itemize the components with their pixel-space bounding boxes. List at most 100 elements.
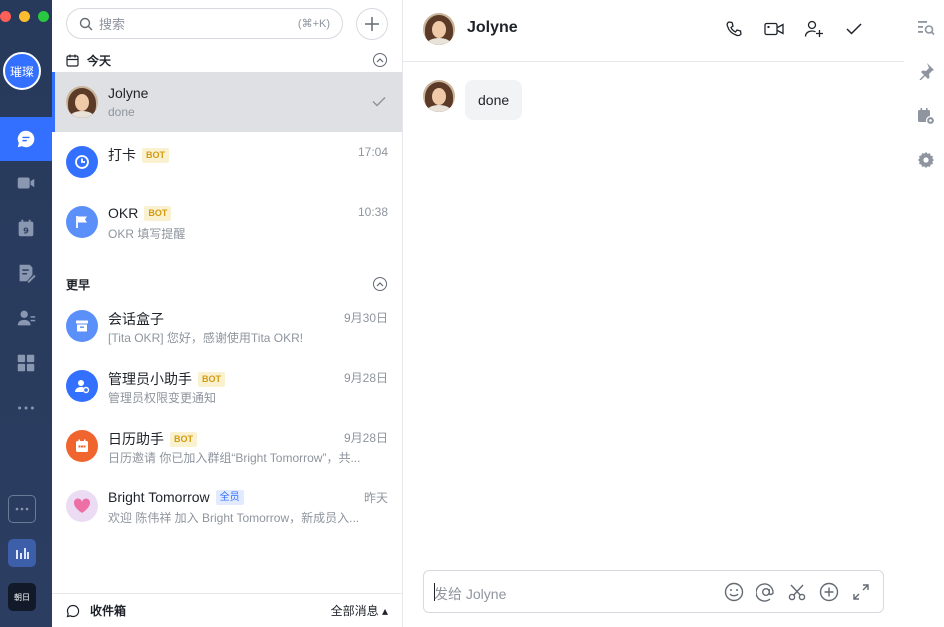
create-button[interactable]: [356, 8, 388, 40]
conversation-admin-assistant[interactable]: 管理员小助手 BOT 管理员权限变更通知 9月28日: [52, 356, 402, 416]
close-window-button[interactable]: [0, 11, 11, 22]
checkmark-icon[interactable]: [372, 96, 386, 107]
nav-contacts[interactable]: [0, 296, 52, 340]
search-shortcut-hint: (⌘+K): [297, 18, 330, 30]
message-bubble[interactable]: done: [465, 80, 523, 120]
conversation-name-text: 日历助手: [108, 431, 164, 447]
conversation-preview: 管理员权限变更通知: [108, 391, 217, 405]
conversation-name-text: OKR: [108, 205, 139, 221]
conversation-okr-bot[interactable]: OKR BOT OKR 填写提醒 10:38: [52, 192, 402, 252]
section-earlier: 更早: [52, 272, 402, 296]
nav-more[interactable]: [0, 386, 52, 430]
text-caret: [434, 583, 435, 601]
more-apps-button[interactable]: [8, 495, 36, 523]
chat-avatar[interactable]: [423, 13, 455, 45]
user-avatar[interactable]: 璀璨: [3, 52, 41, 90]
search-placeholder: 搜索: [99, 17, 126, 32]
conversation-preview: 日历邀请 你已加入群组“Bright Tomorrow”，共...: [108, 451, 361, 465]
contacts-icon: [17, 310, 36, 326]
plus-icon: [365, 17, 379, 31]
attach-more-button[interactable]: [818, 581, 840, 603]
conversation-session-box[interactable]: 会话盒子 [Tita OKR] 您好，感谢使用Tita OKR! 9月30日: [52, 296, 402, 356]
add-member-button[interactable]: [802, 17, 826, 41]
inbox-bubble-icon: [66, 604, 80, 617]
chat-title[interactable]: Jolyne: [467, 19, 518, 37]
pin-icon: [919, 63, 934, 80]
avatar: [66, 86, 98, 118]
nav-video[interactable]: [0, 161, 52, 205]
nav-calendar[interactable]: 9: [0, 206, 52, 250]
bot-badge: BOT: [144, 205, 172, 221]
chevron-up-icon: [376, 58, 384, 63]
conversation-time: 昨天: [363, 491, 388, 505]
checkmark-icon: [846, 23, 862, 35]
search-input[interactable]: 搜索 (⌘+K): [66, 8, 343, 39]
message-filter-dropdown[interactable]: 全部消息 ▴: [331, 602, 388, 619]
chat-bubble-icon: [17, 130, 35, 148]
settings-button[interactable]: [916, 150, 936, 170]
collapse-today-button[interactable]: [373, 53, 387, 67]
apps-grid-icon: [17, 354, 35, 372]
heart-icon: [73, 498, 91, 513]
expand-editor-button[interactable]: [850, 581, 872, 603]
voice-call-button[interactable]: [722, 17, 746, 41]
window-controls: [0, 11, 49, 22]
message-sender-avatar[interactable]: [423, 80, 455, 112]
collapse-earlier-button[interactable]: [373, 277, 387, 291]
conversation-name: 日历助手 BOT: [108, 429, 197, 449]
mark-done-button[interactable]: [842, 17, 866, 41]
conversation-list-panel: 搜索 (⌘+K) 今天 Jolyne done 打卡 BOT 17:04 OKR…: [52, 0, 403, 627]
scissors-icon: [788, 584, 806, 601]
conversation-preview: 欢迎 陈伟祥 加入 Bright Tomorrow，新成员入...: [108, 511, 360, 525]
video-camera-icon: [17, 177, 35, 189]
section-earlier-title: 更早: [66, 277, 91, 292]
nav-apps[interactable]: [0, 341, 52, 385]
zoom-window-button[interactable]: [38, 11, 49, 22]
video-call-button[interactable]: [762, 17, 786, 41]
calendar-assistant-avatar: [66, 430, 98, 462]
admin-user-gear-icon: [75, 380, 90, 394]
analytics-app-button[interactable]: [8, 539, 36, 567]
calendar-gear-icon: [918, 108, 935, 125]
pinned-button[interactable]: [916, 61, 936, 81]
dayday-app-button[interactable]: 朝日: [8, 583, 36, 611]
dayday-label: 朝日: [14, 592, 30, 602]
expand-icon: [853, 584, 869, 600]
group-settings-button[interactable]: [916, 106, 936, 126]
smiley-icon: [724, 582, 744, 602]
conversation-jolyne[interactable]: Jolyne done: [52, 72, 402, 132]
calendar-grid-icon: [76, 439, 88, 452]
conversation-time: 9月28日: [343, 431, 388, 445]
conversation-name-text: 打卡: [108, 147, 136, 163]
emoji-button[interactable]: [723, 581, 745, 603]
nav-messages[interactable]: [0, 117, 52, 161]
conversation-name: Jolyne: [108, 85, 149, 101]
inbox-label[interactable]: 收件箱: [90, 602, 331, 619]
flag-icon: [76, 216, 87, 228]
minimize-window-button[interactable]: [19, 11, 30, 22]
left-rail: 璀璨 9 朝日: [0, 0, 52, 627]
conversation-preview: [Tita OKR] 您好，感谢使用Tita OKR!: [108, 331, 304, 345]
conversation-bright-tomorrow[interactable]: Bright Tomorrow 全员 欢迎 陈伟祥 加入 Bright Tomor…: [52, 476, 402, 536]
search-chat-history-button[interactable]: [916, 18, 936, 38]
composer-placeholder: 发给 Jolyne: [434, 586, 507, 602]
conversation-time: 17:04: [357, 145, 388, 159]
ellipsis-icon: [15, 507, 29, 511]
admin-assistant-avatar: [66, 370, 98, 402]
message-composer[interactable]: 发给 Jolyne: [423, 570, 884, 613]
nav-docs[interactable]: [0, 251, 52, 295]
conversation-name: 打卡 BOT: [108, 145, 169, 165]
conversation-calendar-assistant[interactable]: 日历助手 BOT 日历邀请 你已加入群组“Bright Tomorrow”，共..…: [52, 416, 402, 476]
phone-icon: [726, 21, 742, 37]
mention-button[interactable]: [755, 581, 777, 603]
group-avatar: [66, 490, 98, 522]
video-camera-icon: [764, 22, 784, 36]
at-sign-icon: [756, 583, 774, 602]
calendar-icon: 9: [18, 219, 34, 237]
conversation-clock-in-bot[interactable]: 打卡 BOT 17:04: [52, 132, 402, 192]
document-edit-icon: [19, 264, 36, 283]
screenshot-button[interactable]: [786, 581, 808, 603]
clock-icon: [75, 155, 89, 169]
chat-header: Jolyne: [403, 0, 904, 62]
conversation-preview: OKR 填写提醒: [108, 227, 186, 241]
